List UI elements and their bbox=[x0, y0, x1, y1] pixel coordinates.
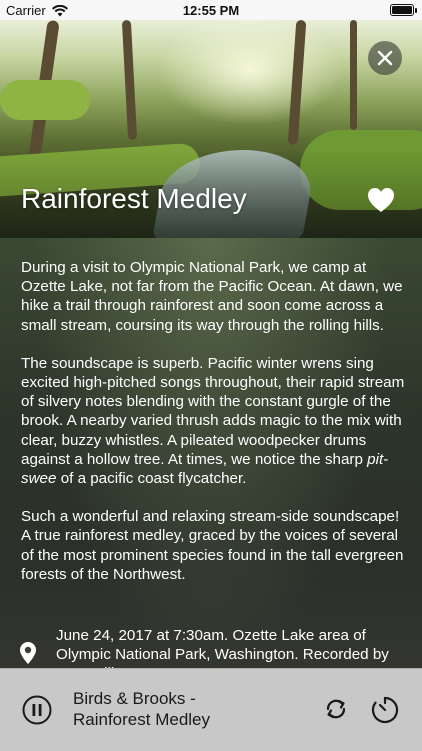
now-playing-line-1: Birds & Brooks - bbox=[73, 689, 196, 708]
pause-icon[interactable] bbox=[22, 695, 52, 725]
description-paragraph-2-text: The soundscape is superb. Pacific winter… bbox=[21, 354, 405, 468]
player-bar: Birds & Brooks - Rainforest Medley bbox=[0, 668, 422, 751]
close-button[interactable] bbox=[368, 41, 402, 75]
repeat-icon[interactable] bbox=[322, 695, 350, 723]
recording-details: June 24, 2017 at 7:30am. Ozette Lake are… bbox=[56, 627, 389, 668]
close-icon bbox=[377, 50, 393, 66]
description-paragraph-3: Such a wonderful and relaxing stream-sid… bbox=[21, 508, 404, 583]
status-time: 12:55 PM bbox=[182, 3, 240, 18]
battery-icon bbox=[390, 4, 417, 16]
recording-info: June 24, 2017 at 7:30am. Ozette Lake are… bbox=[20, 626, 410, 668]
timer-icon[interactable] bbox=[370, 695, 400, 725]
description-paragraph-2-end: of a pacific coast flycatcher. bbox=[56, 470, 247, 488]
now-playing-line-2: Rainforest Medley bbox=[73, 710, 211, 729]
description-paragraph-1: During a visit to Olympic National Park,… bbox=[21, 259, 403, 334]
heart-icon[interactable] bbox=[367, 187, 395, 213]
now-playing-title: Birds & Brooks - Rainforest Medley bbox=[73, 688, 293, 730]
description: During a visit to Olympic National Park,… bbox=[21, 258, 405, 603]
status-bar: Carrier 12:55 PM bbox=[0, 0, 422, 20]
location-pin-icon bbox=[20, 642, 36, 664]
sound-title: Rainforest Medley bbox=[21, 183, 247, 214]
description-paragraph-2: The soundscape is superb. Pacific winter… bbox=[21, 354, 405, 488]
